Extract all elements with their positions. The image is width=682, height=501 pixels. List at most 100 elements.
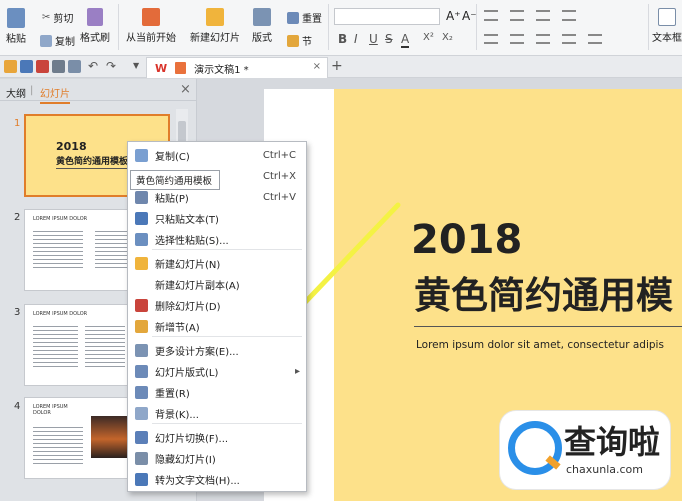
format-painter-label: 格式刷: [80, 33, 110, 44]
list-numbers-icon[interactable]: [510, 10, 524, 21]
context-menu-item[interactable]: 隐藏幻灯片(I): [128, 448, 306, 469]
font-color-button[interactable]: A: [401, 32, 410, 48]
new-slide-button[interactable]: 新建幻灯片: [190, 8, 240, 44]
context-menu-label: 新建幻灯片(N): [155, 260, 221, 271]
cut-button[interactable]: ✂ 剪切: [42, 10, 73, 25]
new-tab-button[interactable]: +: [331, 58, 343, 74]
slide-year[interactable]: 2018: [411, 217, 522, 263]
context-menu-label: 转为文字文档(H)...: [155, 476, 240, 487]
context-menu-label: 只粘贴文本(T): [155, 215, 219, 226]
underline-button[interactable]: U: [369, 32, 378, 46]
context-menu-item[interactable]: 复制(C) Ctrl+C: [128, 145, 306, 166]
layout-icon: [135, 365, 148, 378]
context-menu-item[interactable]: 新建幻灯片副本(A): [128, 274, 306, 295]
close-panel-icon[interactable]: ×: [180, 82, 191, 97]
chevron-down-icon[interactable]: ▼: [133, 61, 139, 70]
context-menu-item[interactable]: 新建幻灯片(N): [128, 253, 306, 274]
section-label: 节: [302, 37, 312, 48]
context-menu-item[interactable]: 幻灯片版式(L) ▸: [128, 361, 306, 382]
document-tab[interactable]: W 演示文稿1 * ×: [146, 57, 328, 78]
align-center-icon[interactable]: [510, 34, 524, 44]
font-name-select[interactable]: [334, 8, 440, 25]
open-icon[interactable]: [4, 60, 17, 73]
thumb-heading: LOREM IPSUM DOLOR: [33, 311, 88, 317]
context-menu-label: 删除幻灯片(D): [155, 302, 221, 313]
grow-font-button[interactable]: A⁺: [446, 9, 461, 23]
paste-button[interactable]: 粘贴: [6, 8, 26, 45]
format-painter-button[interactable]: 格式刷: [80, 8, 110, 44]
thumb-text-lines: [33, 323, 78, 368]
context-menu-item[interactable]: 幻灯片切换(F)...: [128, 427, 306, 448]
save-icon[interactable]: [20, 60, 33, 73]
slide-number: 1: [14, 118, 21, 129]
document-tab-title: 演示文稿1 *: [194, 64, 249, 76]
layout-button[interactable]: 版式: [252, 8, 272, 44]
text-box-button[interactable]: 文本框: [652, 8, 682, 44]
text-box-label: 文本框: [652, 33, 682, 44]
indent-decrease-icon[interactable]: [536, 10, 550, 21]
from-current-label: 从当前开始: [126, 33, 176, 44]
from-current-button[interactable]: 从当前开始: [126, 8, 176, 44]
slide-subtitle[interactable]: Lorem ipsum dolor sit amet, consectetur …: [416, 339, 664, 351]
context-menu-item[interactable]: 背景(K)...: [128, 403, 306, 424]
align-right-icon[interactable]: [536, 34, 550, 44]
copy-icon: [40, 34, 52, 47]
new-slide-label: 新建幻灯片: [190, 33, 240, 44]
export-pdf-icon[interactable]: [36, 60, 49, 73]
design-icon: [135, 344, 148, 357]
tab-slides[interactable]: 幻灯片: [40, 85, 70, 104]
section-button[interactable]: 节: [287, 33, 312, 48]
panel-tabs: 大纲 | 幻灯片 ×: [0, 79, 196, 104]
bold-button[interactable]: B: [338, 32, 347, 46]
context-menu-label: 新增节(A): [155, 323, 200, 334]
distribute-icon[interactable]: [588, 34, 602, 44]
paragraph-group: [484, 8, 644, 48]
reset-button[interactable]: 重置: [287, 10, 322, 25]
menu-separator: [152, 423, 302, 424]
thumb-text-lines: [33, 228, 83, 268]
context-menu-item[interactable]: 删除幻灯片(D): [128, 295, 306, 316]
copy-icon: [135, 149, 148, 162]
paste-icon: [7, 8, 25, 28]
context-menu-item[interactable]: 重置(R): [128, 382, 306, 403]
preview-icon[interactable]: [68, 60, 81, 73]
superscript-button[interactable]: X²: [423, 32, 434, 43]
context-menu-item[interactable]: 转为文字文档(H)...: [128, 469, 306, 490]
undo-icon[interactable]: ↶: [88, 59, 98, 73]
italic-button[interactable]: I: [354, 32, 358, 46]
indent-increase-icon[interactable]: [562, 10, 576, 21]
context-menu-item[interactable]: 新增节(A): [128, 316, 306, 337]
watermark-domain: chaxunla.com: [566, 463, 643, 476]
context-menu-item[interactable]: 选择性粘贴(S)...: [128, 229, 306, 250]
context-menu-item[interactable]: 更多设计方案(E)...: [128, 340, 306, 361]
layout-label: 版式: [252, 33, 272, 44]
align-left-icon[interactable]: [484, 34, 498, 44]
list-bullets-icon[interactable]: [484, 10, 498, 21]
shrink-font-button[interactable]: A⁻: [462, 9, 477, 23]
context-menu-item[interactable]: 只粘贴文本(T): [128, 208, 306, 229]
strike-button[interactable]: S: [385, 32, 393, 46]
context-menu-label: 幻灯片版式(L): [155, 368, 219, 379]
delete-slide-icon: [135, 299, 148, 312]
new-slide-icon: [135, 257, 148, 270]
brush-icon: [87, 8, 103, 26]
slide-title[interactable]: 黄色简约通用模: [414, 265, 673, 319]
text-box-icon: [658, 8, 676, 26]
context-menu-item[interactable]: 粘贴(P) Ctrl+V: [128, 187, 306, 208]
justify-icon[interactable]: [562, 34, 576, 44]
section-icon: [135, 320, 148, 333]
layout-icon: [253, 8, 271, 26]
close-tab-icon[interactable]: ×: [313, 61, 321, 72]
slide-name-tooltip: 黄色简约通用模板: [130, 170, 220, 190]
print-icon[interactable]: [52, 60, 65, 73]
watermark-logo: 查询啦 chaxunla.com: [500, 411, 670, 489]
slide-number: 2: [14, 212, 21, 223]
copy-button[interactable]: 复制: [40, 33, 75, 48]
doc-slide-icon: [175, 62, 187, 74]
reset-icon: [135, 386, 148, 399]
subscript-button[interactable]: X₂: [442, 32, 453, 43]
redo-icon[interactable]: ↷: [106, 59, 116, 73]
hide-slide-icon: [135, 452, 148, 465]
tab-outline[interactable]: 大纲: [6, 85, 26, 100]
watermark-brand: 查询啦: [564, 423, 661, 461]
